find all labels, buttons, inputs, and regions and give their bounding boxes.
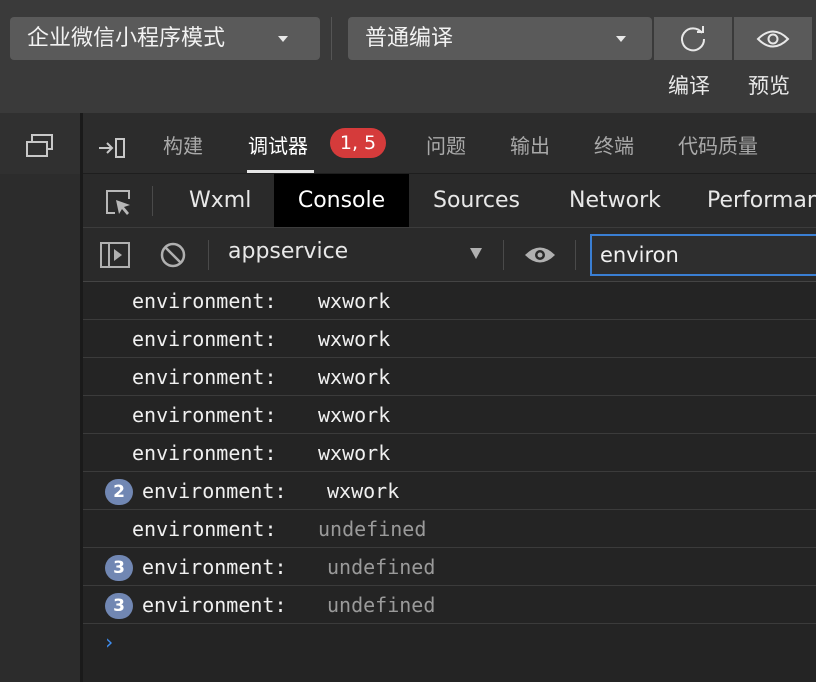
console-message: environment: wxwork [83,358,816,396]
windows-icon [26,134,53,157]
clear-console-icon[interactable] [159,241,187,269]
log-key: environment: [142,555,287,579]
toolbar-divider [331,17,332,60]
repeat-count-badge: 3 [105,555,133,581]
console-toolbar: appservice [83,228,816,282]
sidebar-toggle-icon[interactable] [99,240,131,270]
filter-divider [575,240,576,270]
log-value: wxwork [318,289,391,313]
tab-console[interactable]: Console [274,174,409,227]
left-activity-strip [0,113,80,682]
log-value: wxwork [318,403,391,427]
log-key: environment: [132,403,277,427]
context-select[interactable]: appservice [228,239,348,264]
tab-build[interactable]: 构建 [163,130,203,159]
log-value: undefined [327,555,436,579]
log-value: wxwork [318,327,391,351]
console-message: 3 environment: undefined [83,586,816,624]
chevron-down-icon [616,36,626,42]
console-output: environment: wxwork environment: wxwork envi… [83,282,816,682]
debug-panel-tabs: 构建 调试器 1, 5 问题 输出 终端 代码质量 [83,113,816,174]
log-value: wxwork [327,479,400,503]
compile-button[interactable] [654,17,732,60]
tab-performance[interactable]: Performan [707,174,816,227]
devtools-tabs: Wxml Console Sources Network Performan [83,174,816,228]
eye-icon[interactable] [523,243,557,267]
log-key: environment: [142,479,287,503]
eye-icon [756,30,790,47]
log-value: undefined [327,593,436,617]
tab-code-quality[interactable]: 代码质量 [678,130,758,159]
preview-label[interactable]: 预览 [748,70,790,100]
console-message: environment: wxwork [83,396,816,434]
top-toolbar: 企业微信小程序模式 普通编译 编译 预览 [0,0,816,113]
tab-problems[interactable]: 问题 [426,130,466,159]
log-value: undefined [318,517,427,541]
log-key: environment: [132,517,277,541]
compile-label[interactable]: 编译 [668,70,710,100]
console-message: environment: wxwork [83,434,816,472]
refresh-icon [681,25,706,51]
console-message: environment: undefined [83,510,816,548]
console-filter-input[interactable] [590,234,816,276]
console-message: environment: wxwork [83,282,816,320]
devtools-divider [152,186,153,216]
log-key: environment: [132,289,277,313]
log-key: environment: [132,327,277,351]
tab-network[interactable]: Network [569,174,661,227]
log-key: environment: [132,441,277,465]
mode-select-label: 企业微信小程序模式 [27,26,226,51]
console-message: 2 environment: wxwork [83,472,816,510]
filter-divider [503,240,504,270]
tab-terminal[interactable]: 终端 [594,130,634,159]
chevron-down-icon [278,36,288,42]
log-key: environment: [142,593,287,617]
log-key: environment: [132,365,277,389]
filter-divider [208,240,209,270]
repeat-count-badge: 3 [105,593,133,619]
window-toggle[interactable] [0,113,80,174]
mode-select[interactable]: 企业微信小程序模式 [10,17,320,60]
tab-debugger[interactable]: 调试器 [248,130,308,159]
compile-select[interactable]: 普通编译 [348,17,652,60]
console-message: environment: wxwork [83,320,816,358]
compile-select-label: 普通编译 [365,26,454,51]
error-count-badge: 1, 5 [330,128,386,158]
dock-to-right-icon[interactable] [97,136,127,160]
inspect-element-icon[interactable] [103,187,133,217]
active-tab-indicator [247,170,314,173]
console-message: 3 environment: undefined [83,548,816,586]
log-value: wxwork [318,441,391,465]
preview-button[interactable] [734,17,812,60]
tab-output[interactable]: 输出 [510,130,550,159]
log-value: wxwork [318,365,391,389]
repeat-count-badge: 2 [105,479,133,505]
tab-wxml[interactable]: Wxml [189,174,251,227]
tab-sources[interactable]: Sources [433,174,520,227]
console-prompt[interactable]: › [103,630,115,654]
chevron-down-icon[interactable] [470,248,482,259]
